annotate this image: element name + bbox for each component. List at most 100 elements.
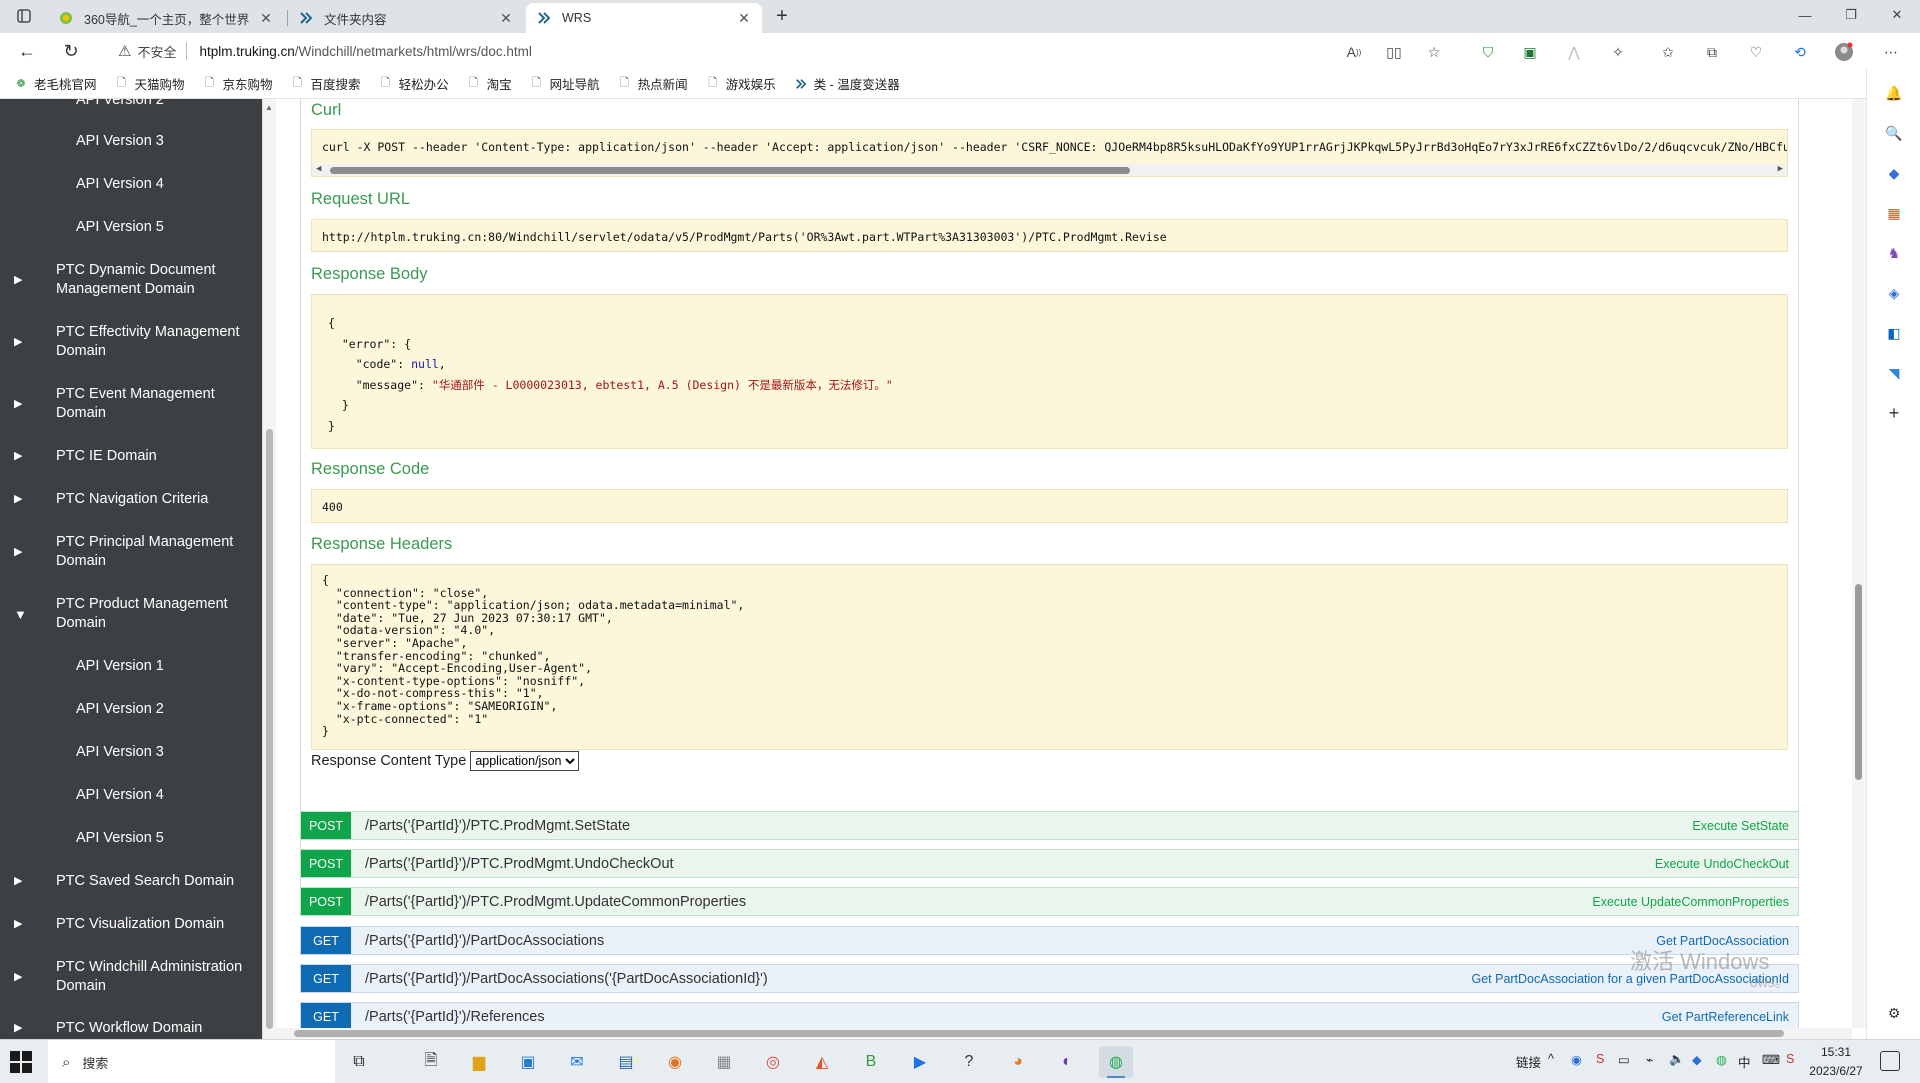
operation-action-link[interactable]: Execute UndoCheckOut (1655, 857, 1789, 871)
tray-volume-icon[interactable]: 🔈 (1669, 1052, 1685, 1067)
window-close-icon[interactable]: ✕ (1874, 0, 1920, 30)
download-extension-icon[interactable]: ▣ (1519, 41, 1541, 63)
favorite-item[interactable]: 🗋 京东购物 (203, 74, 272, 93)
tray-chevron-icon[interactable]: ^ (1548, 1052, 1554, 1066)
operation-references[interactable]: GET /Parts('{PartId}')/References Get Pa… (300, 1002, 1799, 1028)
tab-360[interactable]: 360导航_一个主页，整个世界 ✕ (48, 3, 284, 33)
performance-icon[interactable]: ♡ (1745, 41, 1767, 63)
app-b-icon[interactable]: B (854, 1046, 888, 1078)
favorite-item[interactable]: 🗋 游戏娱乐 (706, 74, 775, 93)
tray-keyboard-icon[interactable]: ⌨ (1762, 1052, 1780, 1067)
sidebar-item[interactable]: API Version 1 (0, 651, 262, 681)
tray-link-label[interactable]: 链接 (1516, 1052, 1541, 1071)
operation-action-link[interactable]: Get PartReferenceLink (1662, 1010, 1789, 1024)
sidebar-item[interactable]: API Version 3 (0, 737, 262, 767)
tray-wechat-icon[interactable]: ◍ (1716, 1052, 1727, 1067)
main-vertical-scrollbar[interactable] (1852, 99, 1866, 1028)
browser-essentials-icon[interactable]: ⟲ (1789, 41, 1811, 63)
favorite-item[interactable]: 🗋 天猫购物 (115, 74, 184, 93)
settings-gear-icon[interactable]: ⚙ (1884, 1003, 1904, 1023)
wechat-icon[interactable]: ◍ (1099, 1046, 1133, 1078)
app-purple-icon[interactable]: ◐ (1050, 1046, 1084, 1078)
sidebar-item[interactable]: ▶ PTC Workflow Domain (0, 1013, 262, 1039)
sidebar-item[interactable]: ▶ PTC Principal Management Domain (0, 532, 262, 572)
response-content-type-select[interactable]: application/json (470, 751, 580, 771)
refresh-icon[interactable]: ↻ (58, 39, 84, 63)
bell-icon[interactable]: 🔔 (1884, 83, 1904, 103)
tab-wrs[interactable]: WRS ✕ (526, 3, 762, 33)
address-bar[interactable]: ⚠ 不安全 htplm.truking.cn /Windchill/netmar… (104, 36, 1464, 66)
games-icon[interactable]: ♞ (1884, 243, 1904, 263)
sidebar-item[interactable]: ▶ PTC Event Management Domain (0, 384, 262, 424)
sidebar-item[interactable]: API Version 2 (0, 99, 262, 115)
task-view-icon[interactable]: ⧉ (342, 1046, 376, 1078)
sidebar-item[interactable]: API Version 4 (0, 780, 262, 810)
close-icon[interactable]: ✕ (736, 10, 752, 27)
main-horizontal-scrollbar[interactable] (276, 1028, 1852, 1039)
sidebar-scrollbar[interactable]: ▲ (262, 99, 276, 1039)
sidebar-item[interactable]: ▶ PTC Windchill Administration Domain (0, 957, 262, 997)
back-icon[interactable]: ← (14, 39, 40, 63)
network-app-icon[interactable]: ▦ (707, 1046, 741, 1078)
extensions-icon[interactable]: ✧ (1607, 41, 1629, 63)
file-explorer-icon[interactable]: ▆ (462, 1046, 496, 1078)
operation-partdocassociation-by-id[interactable]: GET /Parts('{PartId}')/PartDocAssociatio… (300, 964, 1799, 993)
notification-icon[interactable] (1880, 1051, 1900, 1071)
favorite-item[interactable]: 🗋 轻松办公 (379, 74, 448, 93)
tab-actions-icon[interactable] (12, 5, 36, 27)
tray-network-icon[interactable]: ⌁ (1646, 1052, 1654, 1067)
search-icon[interactable]: 🔍 (1884, 123, 1904, 143)
store-icon[interactable]: ▣ (511, 1046, 545, 1078)
close-icon[interactable]: ✕ (258, 10, 274, 27)
curl-scrollbar[interactable]: ◀ ▶ (312, 164, 1787, 176)
reader-view-icon[interactable]: ▯▯ (1383, 41, 1405, 63)
taskbar-search[interactable]: ⌕ 搜索 (48, 1040, 335, 1083)
restore-icon[interactable]: ❐ (1828, 0, 1874, 30)
extension-disabled-icon[interactable]: ⋀ (1563, 41, 1585, 63)
drop-icon[interactable]: ◥ (1884, 363, 1904, 383)
operation-partdocassociations[interactable]: GET /Parts('{PartId}')/PartDocAssociatio… (300, 926, 1799, 955)
sidebar-item[interactable]: ▶ PTC Dynamic Document Management Domain (0, 260, 262, 300)
app-arrow-icon[interactable]: ▶ (903, 1046, 937, 1078)
tab-folder-contents[interactable]: 文件夹内容 ✕ (288, 3, 524, 33)
favorite-item[interactable]: 🗋 淘宝 (467, 74, 511, 93)
favorite-item[interactable]: 🗋 网址导航 (530, 74, 599, 93)
sidebar-item[interactable]: ▶ PTC Visualization Domain (0, 909, 262, 939)
operation-action-link[interactable]: Execute SetState (1692, 819, 1789, 833)
collections-icon[interactable]: ⧉ (1701, 41, 1723, 63)
sidebar-item[interactable]: ▶ PTC Navigation Criteria (0, 484, 262, 514)
remote-app-icon[interactable]: ▤ (609, 1046, 643, 1078)
favorites-icon[interactable]: ✩ (1657, 41, 1679, 63)
taskbar-clock[interactable]: 15:31 2023/6/27 (1806, 1043, 1866, 1081)
tag-icon[interactable]: ◆ (1884, 163, 1904, 183)
favorite-item[interactable]: 类 - 温度变送器 (794, 74, 900, 93)
read-aloud-icon[interactable]: A)) (1343, 41, 1365, 63)
sidebar-item[interactable]: API Version 5 (0, 212, 262, 242)
operation-updatecommonproperties[interactable]: POST /Parts('{PartId}')/PTC.ProdMgmt.Upd… (300, 887, 1799, 916)
more-menu-icon[interactable]: ⋯ (1880, 41, 1902, 63)
sidebar-item[interactable]: API Version 3 (0, 126, 262, 156)
tray-ime[interactable]: 中 (1738, 1052, 1751, 1071)
minimize-icon[interactable]: — (1782, 0, 1828, 30)
start-windows-icon[interactable] (10, 1051, 32, 1073)
tray-app-icon[interactable]: ◉ (1571, 1052, 1582, 1067)
sidebar-item[interactable]: ▶ PTC Saved Search Domain (0, 866, 262, 896)
sidebar-item[interactable]: API Version 2 (0, 694, 262, 724)
new-tab-icon[interactable]: + (770, 5, 794, 27)
app-question-icon[interactable]: ? (952, 1046, 986, 1078)
tray-sogou-icon[interactable]: S (1786, 1052, 1794, 1066)
tray-s-icon[interactable]: S (1596, 1052, 1604, 1066)
favorite-item[interactable]: ❁ 老毛桃官网 (14, 74, 96, 93)
toolbox-icon[interactable]: ▦ (1884, 203, 1904, 223)
shield-extension-icon[interactable]: ⛉ (1477, 41, 1499, 63)
chrome-icon[interactable]: ◎ (756, 1046, 790, 1078)
copilot-icon[interactable]: ◈ (1884, 283, 1904, 303)
sidebar-item[interactable]: API Version 5 (0, 823, 262, 853)
outlook-icon[interactable]: ◧ (1884, 323, 1904, 343)
app-orange-icon[interactable]: ◕ (1001, 1046, 1035, 1078)
mail-icon[interactable]: ✉ (560, 1046, 594, 1078)
firefox-icon[interactable]: ◉ (658, 1046, 692, 1078)
add-icon[interactable]: + (1884, 403, 1904, 423)
profile-avatar[interactable] (1833, 41, 1855, 63)
close-icon[interactable]: ✕ (498, 10, 514, 27)
